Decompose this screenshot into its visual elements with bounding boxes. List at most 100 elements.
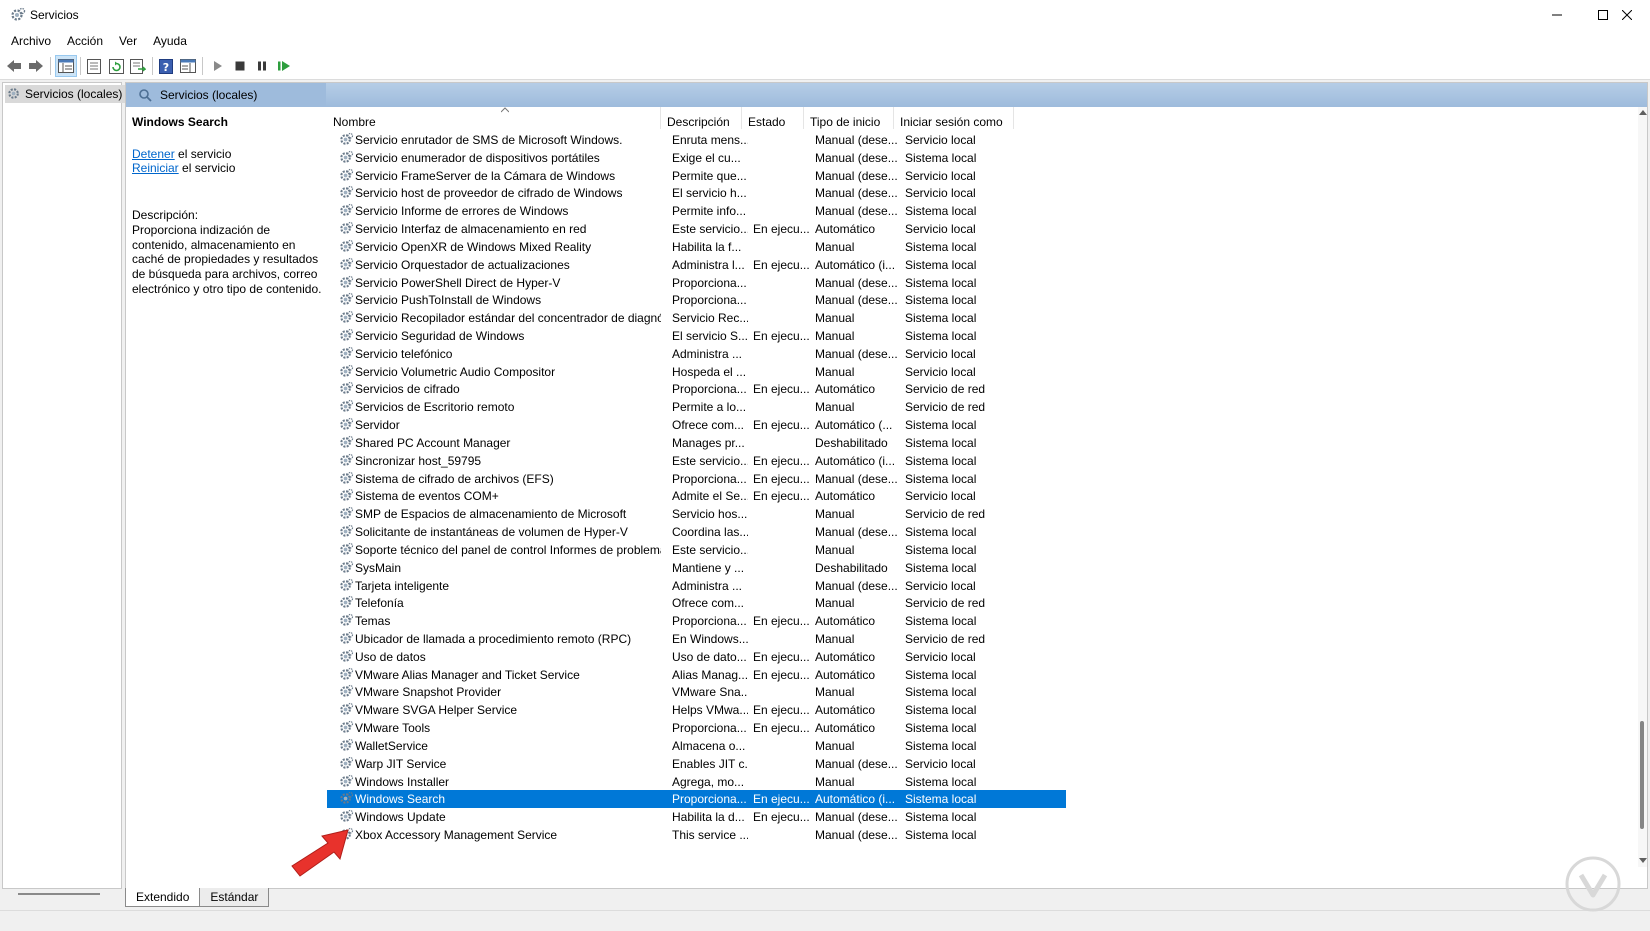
- properties-button[interactable]: [84, 56, 104, 76]
- table-row[interactable]: Servicio PushToInstall de Windows Proporc…: [327, 291, 1066, 309]
- tree-horizontal-scrollbar[interactable]: [18, 893, 100, 895]
- table-row[interactable]: Servicio Volumetric Audio Compositor Hosp…: [327, 363, 1066, 381]
- cell-start: Manual (dese...: [815, 186, 898, 201]
- column-header-logon[interactable]: Iniciar sesión como: [894, 107, 1014, 129]
- stop-action: Detener el servicio: [132, 147, 231, 161]
- table-row[interactable]: Servicio enumerador de dispositivos port…: [327, 149, 1066, 167]
- table-row[interactable]: Servicio Seguridad de Windows El servicio…: [327, 327, 1066, 345]
- menu-archivo[interactable]: Archivo: [0, 30, 59, 52]
- cell-desc: Servicio hos...: [672, 507, 748, 522]
- table-row[interactable]: Servicio PowerShell Direct de Hyper-V Pro…: [327, 274, 1066, 292]
- show-console-tree-button[interactable]: [55, 55, 77, 77]
- table-row[interactable]: VMware Tools Proporciona... En ejecu... Aut…: [327, 719, 1066, 737]
- table-row[interactable]: Uso de datos Uso de dato... En ejecu... Aut…: [327, 648, 1066, 666]
- help-button[interactable]: ?: [156, 56, 176, 76]
- table-row[interactable]: Xbox Accessory Management Service This se…: [327, 826, 1066, 844]
- export-list-button[interactable]: [128, 56, 148, 76]
- table-row[interactable]: Windows Installer Agrega, mo... Manual Sist…: [327, 773, 1066, 791]
- table-row[interactable]: Shared PC Account Manager Manages pr... De…: [327, 434, 1066, 452]
- pause-service-button[interactable]: [252, 56, 272, 76]
- cell-start: Manual (dese...: [815, 346, 898, 361]
- cell-start: Manual: [815, 685, 855, 700]
- scroll-down-icon: [1639, 858, 1647, 863]
- menu-accion[interactable]: Acción: [59, 30, 111, 52]
- column-header-description-label: Descripción: [667, 115, 730, 129]
- restart-action-suffix: el servicio: [178, 161, 236, 175]
- column-header-startup-label: Tipo de inicio: [810, 115, 881, 129]
- table-row[interactable]: SysMain Mantiene y ... Deshabilitado Sistem…: [327, 559, 1066, 577]
- cell-logon: Sistema local: [905, 721, 977, 736]
- table-row[interactable]: Servicio Interfaz de almacenamiento en r…: [327, 220, 1066, 238]
- table-row[interactable]: Servicios de Escritorio remoto Permite a …: [327, 398, 1066, 416]
- menu-ver[interactable]: Ver: [111, 30, 145, 52]
- toolbar-separator: [202, 57, 203, 75]
- cell-logon: Sistema local: [905, 542, 977, 557]
- table-row[interactable]: Sistema de cifrado de archivos (EFS) Prop…: [327, 470, 1066, 488]
- help-icon: ?: [159, 58, 173, 74]
- close-button[interactable]: [1604, 0, 1650, 30]
- restart-service-link[interactable]: Reiniciar: [132, 161, 179, 175]
- table-row[interactable]: Servicio OpenXR de Windows Mixed Reality…: [327, 238, 1066, 256]
- table-row[interactable]: Servidor Ofrece com... En ejecu... Automáti…: [327, 416, 1066, 434]
- table-row[interactable]: Servicio Informe de errores de Windows Pe…: [327, 202, 1066, 220]
- forward-button[interactable]: [26, 56, 46, 76]
- cell-state: En ejecu...: [753, 489, 810, 504]
- cell-desc: Habilita la f...: [672, 239, 742, 254]
- tab-estandar[interactable]: Estándar: [199, 888, 270, 907]
- start-service-button[interactable]: [208, 56, 228, 76]
- cell-desc: Este servicio...: [672, 542, 748, 557]
- table-row[interactable]: Warp JIT Service Enables JIT c... Manual (…: [327, 755, 1066, 773]
- table-row[interactable]: Servicio enrutador de SMS de Microsoft W…: [327, 131, 1066, 149]
- cell-desc: Enruta mens...: [672, 133, 748, 147]
- action-pane-button[interactable]: [178, 56, 198, 76]
- table-row[interactable]: Telefonía Ofrece com... Manual Servicio de …: [327, 594, 1066, 612]
- services-list[interactable]: Nombre Descripción Estado Tipo de inicio…: [327, 107, 1627, 867]
- table-row[interactable]: Soporte técnico del panel de control Inf…: [327, 541, 1066, 559]
- table-row[interactable]: Tarjeta inteligente Administra ... Manual …: [327, 577, 1066, 595]
- column-header-startup[interactable]: Tipo de inicio: [804, 107, 894, 129]
- cell-logon: Sistema local: [905, 275, 977, 290]
- column-header-state[interactable]: Estado: [742, 107, 804, 129]
- list-vertical-scrollbar[interactable]: [1638, 107, 1647, 867]
- cell-name: Sistema de cifrado de archivos (EFS): [355, 471, 554, 486]
- table-row[interactable]: Sincronizar host_59795 Este servicio... En…: [327, 452, 1066, 470]
- tree-item-servicios-locales[interactable]: Servicios (locales): [5, 85, 126, 103]
- table-row[interactable]: Servicio FrameServer de la Cámara de Win…: [327, 167, 1066, 185]
- column-header-name[interactable]: Nombre: [327, 107, 661, 129]
- table-row-selected[interactable]: Windows Search Proporciona... En ejecu... A…: [327, 790, 1066, 809]
- table-row[interactable]: Servicio telefónico Administra ... Manual …: [327, 345, 1066, 363]
- table-row[interactable]: VMware SVGA Helper Service Helps VMwa... E…: [327, 701, 1066, 719]
- cell-desc: Permite que...: [672, 168, 747, 183]
- cell-desc: Almacena o...: [672, 738, 746, 753]
- minimize-button[interactable]: [1534, 0, 1580, 30]
- back-button[interactable]: [4, 56, 24, 76]
- table-row[interactable]: Servicios de cifrado Proporciona... En eje…: [327, 380, 1066, 398]
- watermark-logo-icon: [1565, 856, 1621, 912]
- table-row[interactable]: SMP de Espacios de almacenamiento de Mic…: [327, 505, 1066, 523]
- stop-service-link[interactable]: Detener: [132, 147, 175, 161]
- table-row[interactable]: Solicitante de instantáneas de volumen d…: [327, 523, 1066, 541]
- cell-name: Xbox Accessory Management Service: [355, 827, 558, 842]
- table-row[interactable]: WalletService Almacena o... Manual Sistema …: [327, 737, 1066, 755]
- cell-start: Automático: [815, 721, 876, 736]
- cell-start: Automático: [815, 667, 876, 682]
- table-row[interactable]: Ubicador de llamada a procedimiento remo…: [327, 630, 1066, 648]
- table-row[interactable]: Windows Update Habilita la d... En ejecu..…: [327, 808, 1066, 826]
- restart-service-button[interactable]: [274, 56, 294, 76]
- scrollbar-thumb[interactable]: [1640, 721, 1644, 829]
- column-header-description[interactable]: Descripción: [661, 107, 742, 129]
- refresh-button[interactable]: [106, 56, 126, 76]
- tab-extendido[interactable]: Extendido: [125, 888, 201, 907]
- table-row[interactable]: Servicio Recopilador estándar del concen…: [327, 309, 1066, 327]
- menu-ayuda[interactable]: Ayuda: [145, 30, 195, 52]
- table-row[interactable]: Temas Proporciona... En ejecu... Automático…: [327, 612, 1066, 630]
- cell-state: En ejecu...: [753, 329, 810, 344]
- cell-desc: Administra l...: [672, 257, 745, 272]
- table-row[interactable]: Sistema de eventos COM+ Admite el Se... En…: [327, 487, 1066, 505]
- table-row[interactable]: VMware Snapshot Provider VMware Sna... Man…: [327, 683, 1066, 701]
- table-row[interactable]: VMware Alias Manager and Ticket Service A…: [327, 666, 1066, 684]
- cell-state: En ejecu...: [753, 257, 810, 272]
- stop-service-button[interactable]: [230, 56, 250, 76]
- table-row[interactable]: Servicio Orquestador de actualizaciones A…: [327, 256, 1066, 274]
- table-row[interactable]: Servicio host de proveedor de cifrado de…: [327, 184, 1066, 202]
